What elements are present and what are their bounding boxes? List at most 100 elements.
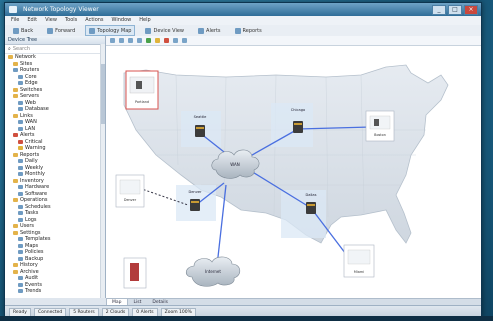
folder-icon: [18, 289, 23, 294]
site-card-miami[interactable]: Miami: [343, 244, 375, 278]
window-controls: _ □ ×: [432, 5, 478, 15]
site-miami-label: Miami: [354, 270, 364, 274]
cloud-internet[interactable]: Internet: [185, 256, 241, 287]
map-canvas: WAN Internet Seattle Denver Chicago Dall…: [106, 36, 481, 298]
device-tree-pane: Device Tree ⌕ Search Network Sites Routers…: [5, 36, 106, 298]
router-chicago-label: Chicago: [291, 108, 305, 112]
folder-icon: [13, 263, 18, 268]
tree-search[interactable]: ⌕ Search: [5, 45, 105, 54]
tree-list: Network Sites Routers Core Edge Switches Serve…: [5, 54, 105, 295]
folder-icon: [18, 139, 23, 144]
tree-scrollbar[interactable]: [100, 44, 105, 298]
site-card-portland[interactable]: Portland: [125, 70, 159, 110]
taskbar: [0, 316, 493, 321]
app-window: Network Topology Viewer _ □ × File Edit …: [4, 2, 482, 318]
folder-icon: [18, 191, 23, 196]
cloud-wan-label: WAN: [230, 162, 239, 167]
topology-map: WAN Internet Seattle Denver Chicago Dall…: [115, 64, 449, 289]
folder-icon: [13, 224, 18, 229]
router-dallas-label: Dallas: [305, 193, 316, 197]
forward-button[interactable]: Forward: [43, 25, 79, 36]
folder-icon: [18, 126, 23, 131]
folder-icon: [18, 185, 23, 190]
folder-icon: [13, 87, 18, 92]
folder-icon: [18, 120, 23, 125]
device-view-button[interactable]: Device View: [141, 25, 188, 36]
folder-icon: [18, 237, 23, 242]
maximize-button[interactable]: □: [448, 5, 462, 15]
server-rack-icon: [130, 263, 139, 281]
folder-icon: [13, 152, 18, 157]
folder-icon: [18, 165, 23, 170]
folder-icon: [18, 146, 23, 151]
back-arrow-icon: [13, 27, 19, 34]
app-icon: [9, 6, 17, 13]
select-tool-icon[interactable]: [110, 38, 115, 43]
menu-file[interactable]: File: [11, 16, 19, 25]
menu-tools[interactable]: Tools: [65, 16, 77, 25]
folder-icon: [18, 107, 23, 112]
folder-icon: [13, 133, 18, 138]
menu-view[interactable]: View: [45, 16, 57, 25]
tree-item-label: Trends: [25, 288, 42, 294]
status-critical-icon[interactable]: [164, 38, 169, 43]
status-warning-icon[interactable]: [155, 38, 160, 43]
folder-icon: [13, 198, 18, 203]
folder-icon: [18, 256, 23, 261]
folder-icon: [13, 178, 18, 183]
window-title: Network Topology Viewer: [23, 6, 99, 13]
pane-header: Device Tree: [5, 36, 105, 45]
router-dallas[interactable]: Dallas: [305, 193, 317, 214]
minimize-button[interactable]: _: [432, 5, 446, 15]
router-seattle-label: Seattle: [194, 115, 208, 119]
folder-icon: [18, 100, 23, 105]
site-card-boston[interactable]: Boston: [365, 110, 395, 142]
folder-icon: [18, 204, 23, 209]
menu-help[interactable]: Help: [139, 16, 150, 25]
folder-icon: [18, 172, 23, 177]
device-icon: [145, 27, 152, 34]
folder-icon: [13, 94, 18, 99]
folder-icon: [18, 217, 23, 222]
folder-icon: [18, 276, 23, 281]
close-button[interactable]: ×: [464, 5, 478, 15]
menu-window[interactable]: Window: [112, 16, 132, 25]
alert-icon: [198, 27, 205, 34]
tree-item[interactable]: Trends: [5, 288, 105, 295]
menu-edit[interactable]: Edit: [27, 16, 37, 25]
site-card-server[interactable]: [123, 257, 147, 289]
folder-icon: [13, 269, 18, 274]
router-denver-label: Denver: [188, 190, 202, 194]
site-card-denver-detail[interactable]: Denver: [115, 174, 145, 208]
folder-icon: [18, 282, 23, 287]
folder-icon: [18, 81, 23, 86]
reports-button[interactable]: Reports: [231, 25, 266, 36]
folder-icon: [13, 230, 18, 235]
folder-icon: [13, 113, 18, 118]
refresh-icon[interactable]: [173, 38, 178, 43]
folder-icon: [13, 61, 18, 66]
folder-icon: [18, 74, 23, 79]
alerts-button[interactable]: Alerts: [194, 25, 225, 36]
forward-arrow-icon: [47, 27, 54, 34]
pan-tool-icon[interactable]: [119, 38, 124, 43]
folder-icon: [18, 250, 23, 255]
search-placeholder: Search: [12, 46, 30, 52]
site-region-dallas: [281, 190, 326, 238]
menu-actions[interactable]: Actions: [85, 16, 103, 25]
topology-map-button[interactable]: Topology Map: [85, 25, 136, 36]
site-denver-label: Denver: [124, 198, 137, 202]
site-portland-label: Portland: [135, 100, 149, 104]
zoom-in-icon[interactable]: [128, 38, 133, 43]
folder-icon: [18, 159, 23, 164]
back-button[interactable]: Back: [9, 25, 37, 36]
scrollbar-thumb[interactable]: [101, 64, 105, 124]
zoom-out-icon[interactable]: [137, 38, 142, 43]
search-icon: ⌕: [8, 46, 11, 52]
status-ok-icon[interactable]: [146, 38, 151, 43]
cloud-internet-label: Internet: [205, 269, 221, 274]
print-icon[interactable]: [182, 38, 187, 43]
folder-icon: [13, 68, 18, 73]
title-bar[interactable]: Network Topology Viewer _ □ ×: [5, 3, 481, 16]
folder-icon: [8, 55, 13, 60]
